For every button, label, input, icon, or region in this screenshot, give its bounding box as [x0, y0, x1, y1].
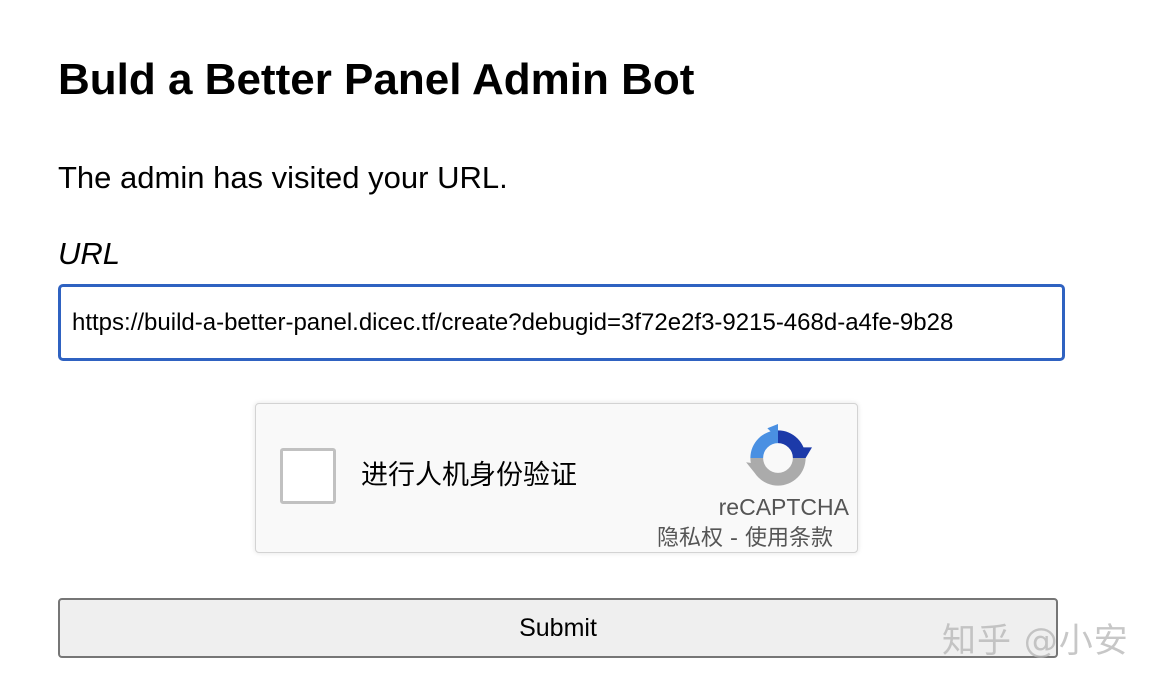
submit-button[interactable]: Submit	[58, 598, 1058, 658]
status-message: The admin has visited your URL.	[58, 160, 508, 195]
recaptcha-links: 隐私权 - 使用条款	[657, 524, 833, 554]
page-title: Buld a Better Panel Admin Bot	[58, 55, 695, 104]
url-label: URL	[58, 236, 121, 271]
watermark: 知乎 @小安	[942, 621, 1129, 661]
recaptcha-privacy-link[interactable]: 隐私权	[657, 526, 723, 551]
recaptcha-widget: 进行人机身份验证 reCAPTCHA 隐私权 - 使用条款	[255, 403, 858, 553]
recaptcha-link-separator: -	[723, 526, 745, 551]
recaptcha-checkbox[interactable]	[280, 448, 336, 504]
url-input[interactable]	[58, 284, 1065, 361]
recaptcha-logo-icon	[746, 424, 812, 486]
recaptcha-checkbox-label: 进行人机身份验证	[361, 460, 577, 491]
recaptcha-brand: reCAPTCHA	[718, 494, 849, 520]
recaptcha-terms-link[interactable]: 使用条款	[745, 526, 833, 551]
